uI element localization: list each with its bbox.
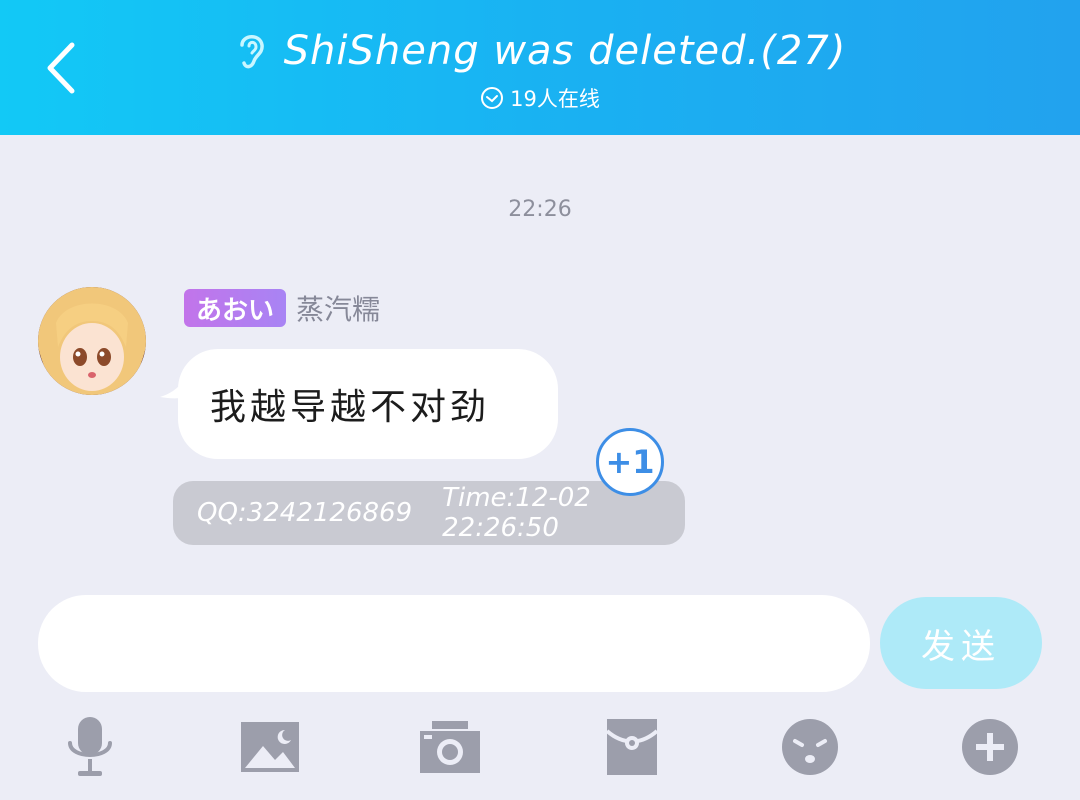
plus-one-button[interactable]: +1 <box>596 428 664 496</box>
camera-icon[interactable] <box>418 715 482 779</box>
input-bar: 发送 <box>0 575 1080 800</box>
group-title[interactable]: ShiSheng was deleted.(27) <box>284 28 847 74</box>
sender-qq: QQ:3242126869 <box>197 498 413 528</box>
red-packet-icon[interactable] <box>600 715 664 779</box>
emoji-icon[interactable] <box>778 715 842 779</box>
online-status: 19人在线 <box>0 82 1080 114</box>
message-info: QQ:3242126869 Time:12-02 22:26:50 <box>173 481 685 545</box>
sender-row: あおい 蒸汽糯 <box>184 288 380 328</box>
send-button[interactable]: 发送 <box>880 597 1042 689</box>
message-list[interactable]: 22:26 あおい 蒸汽糯 我越导越不对劲 QQ:3242126869 Time… <box>0 135 1080 575</box>
message-input[interactable] <box>38 595 870 692</box>
sender-name[interactable]: 蒸汽糯 <box>296 288 380 328</box>
message-timestamp: 22:26 <box>508 197 572 222</box>
avatar[interactable] <box>38 287 146 395</box>
ear-icon <box>239 35 264 69</box>
microphone-icon[interactable] <box>58 715 122 779</box>
image-icon[interactable] <box>238 715 302 779</box>
title-row: ShiSheng was deleted.(27) <box>0 22 1080 80</box>
online-count: 19人在线 <box>510 87 600 111</box>
message-time: Time:12-02 22:26:50 <box>442 483 591 543</box>
plus-icon[interactable] <box>958 715 1022 779</box>
chat-header: ShiSheng was deleted.(27) 19人在线 <box>0 0 1080 135</box>
message-text: 我越导越不对劲 <box>210 387 491 428</box>
check-circle-icon <box>481 87 504 109</box>
message-bubble[interactable]: 我越导越不对劲 <box>178 349 558 459</box>
member-title-badge: あおい <box>184 289 287 327</box>
